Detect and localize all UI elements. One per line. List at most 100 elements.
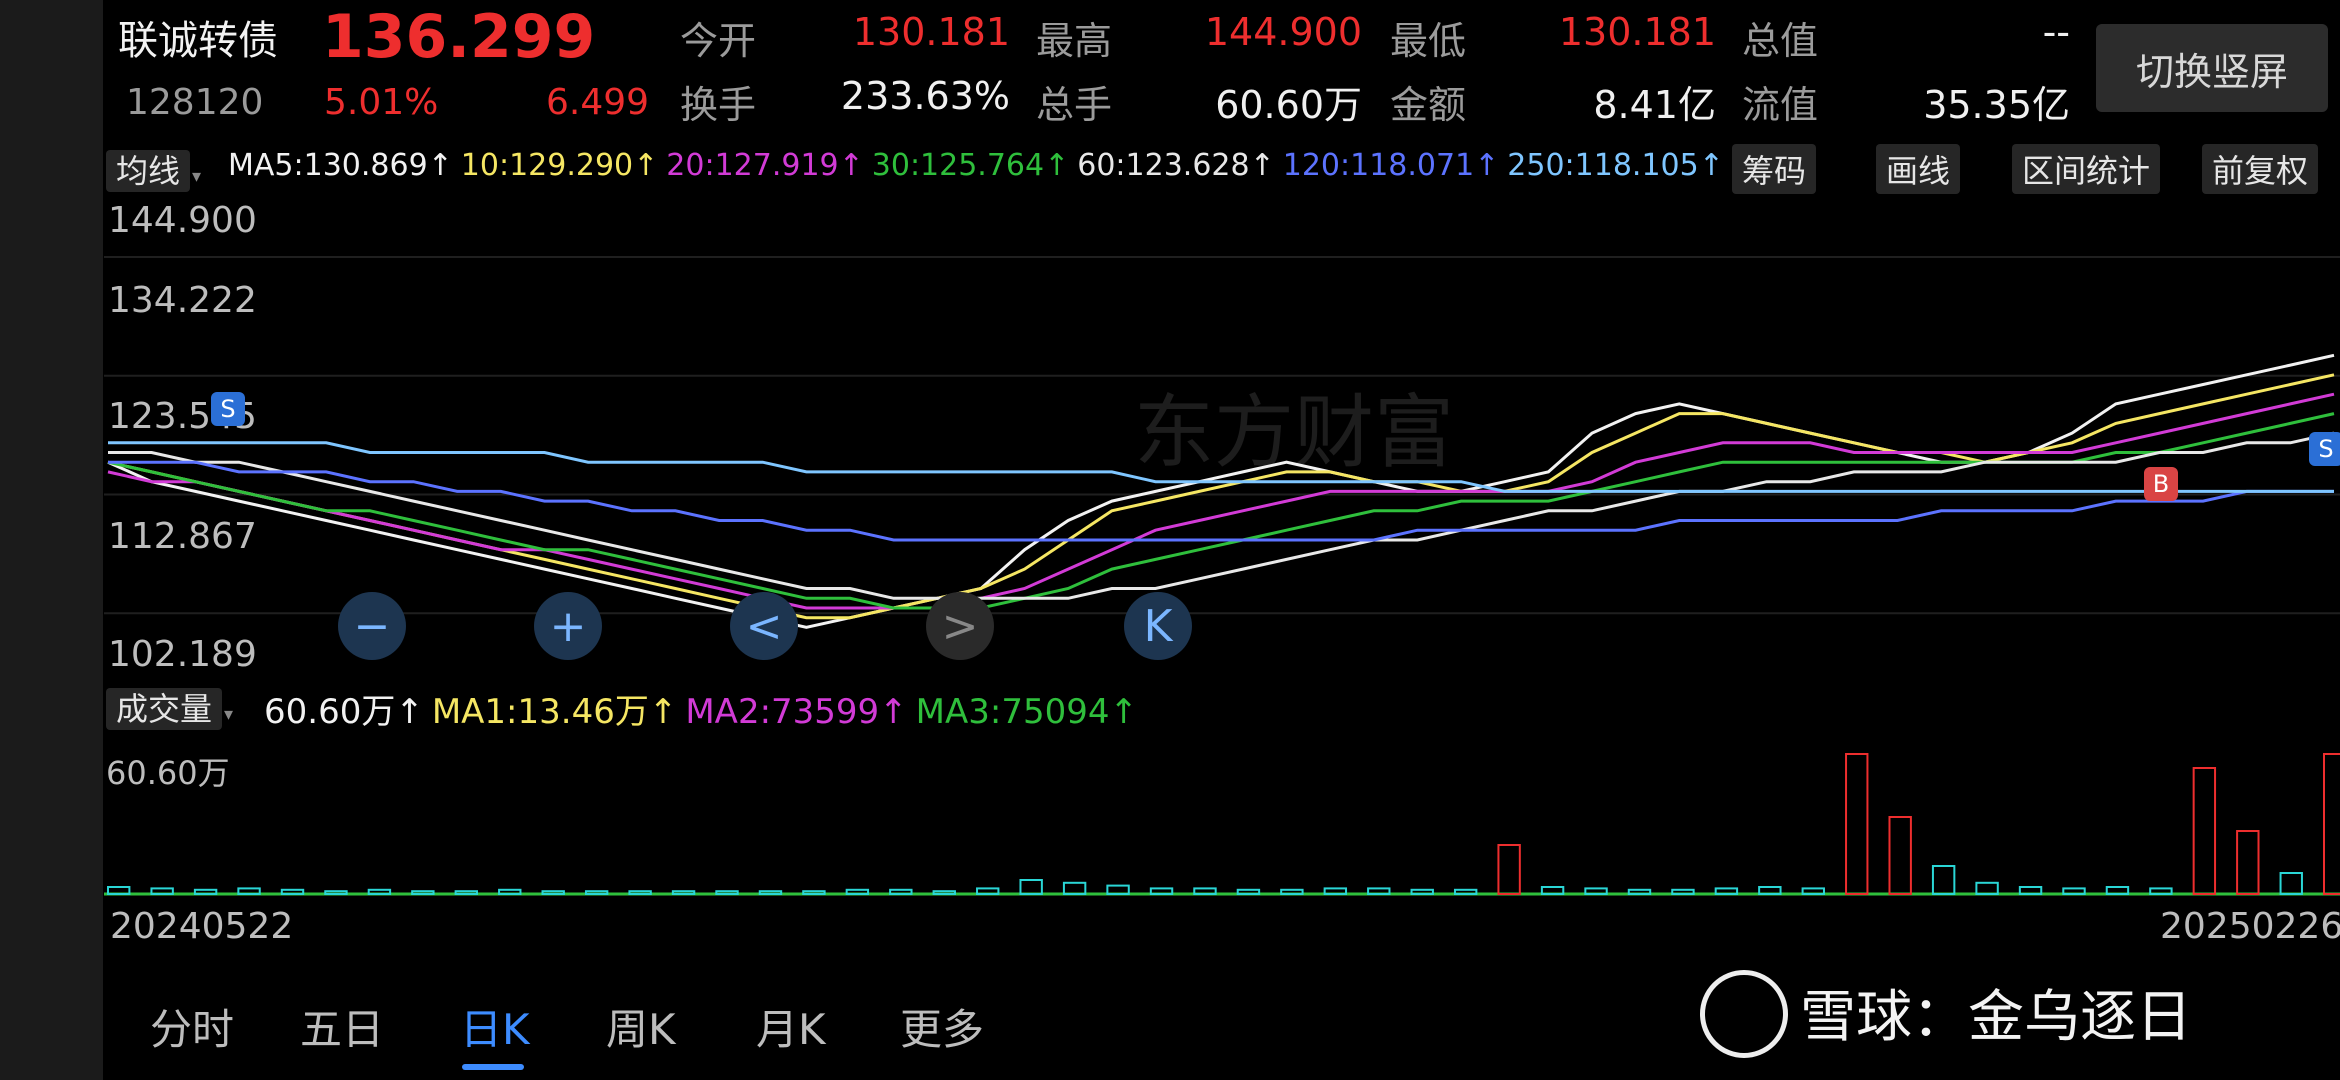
bond-code: 128120 (126, 82, 264, 123)
legend-item-2: MA2:73599↑ (685, 692, 908, 732)
volume-bar-28 (1323, 887, 1348, 895)
ma-selector-label: 均线 (106, 150, 191, 192)
dropdown-icon: ▾ (192, 166, 202, 187)
volume-bar-24 (1149, 887, 1174, 895)
active-tab-indicator (462, 1064, 524, 1070)
change-percent: 5.01% (324, 82, 439, 123)
zoom-in-button[interactable]: + (534, 592, 602, 660)
volume-bar-34 (1584, 887, 1608, 895)
volume-bar-47 (2149, 887, 2173, 895)
bond-name: 联诚转债 (118, 18, 278, 64)
buy-marker[interactable]: B (2144, 467, 2178, 501)
volume-bar-49 (2236, 830, 2260, 895)
stat-label-5: 总手 (1036, 83, 1113, 127)
stat-value-6: 8.41亿 (1593, 83, 1716, 127)
stat-value-3: -- (2042, 10, 2070, 54)
stat-value-5: 60.60万 (1215, 83, 1362, 127)
price-axis-label-1: 134.222 (108, 280, 257, 321)
chips-button[interactable]: 筹码 (1732, 144, 1817, 194)
volume-bar-9 (498, 888, 522, 896)
volume-bar-42 (1931, 865, 1956, 895)
volume-bars (104, 753, 2340, 896)
volume-bar-29 (1367, 887, 1391, 895)
start-date: 20240522 (110, 906, 294, 947)
k-line-toggle-button[interactable]: K (1124, 592, 1192, 660)
ma-legend: MA5:130.869↑ 10:129.290↑ 20:127.919↑ 30:125… (228, 148, 1732, 183)
legend-item-3: 30:125.764↑ (871, 148, 1070, 183)
price-axis-label-4: 102.189 (108, 634, 257, 675)
price-chart[interactable]: 东方财富 (104, 200, 2340, 675)
tab-more[interactable]: 更多 (900, 996, 984, 1057)
legend-item-3: MA3:75094↑ (915, 692, 1138, 732)
volume-bar-35 (1627, 888, 1652, 896)
ma-selector[interactable]: 均线 ▾ (106, 146, 201, 192)
volume-bar-4 (280, 888, 305, 896)
volume-bar-6 (367, 888, 392, 896)
change-amount: 6.499 (546, 82, 650, 123)
legend-item-0: 60.60万↑ (264, 692, 424, 732)
volume-bar-25 (1193, 887, 1217, 895)
stat-value-1: 144.900 (1204, 10, 1362, 54)
volume-bar-1 (150, 887, 174, 895)
volume-bar-21 (1019, 879, 1043, 895)
volume-bar-22 (1062, 881, 1087, 896)
end-date: 20250226 (2160, 906, 2340, 947)
sell-marker-right[interactable]: S (2309, 432, 2340, 466)
stat-value-4: 233.63% (840, 74, 1010, 118)
volume-bar-26 (1236, 888, 1261, 896)
legend-item-1: MA1:13.46万↑ (431, 692, 678, 732)
volume-bar-48 (2192, 767, 2217, 895)
volume-bar-45 (2062, 887, 2086, 895)
xueqiu-logo-icon (1700, 970, 1788, 1058)
stat-label-0: 今开 (680, 19, 757, 63)
stat-value-7: 35.35亿 (1923, 83, 2070, 127)
volume-bar-37 (1714, 887, 1739, 895)
stat-label-7: 流值 (1742, 83, 1819, 127)
scroll-right-button[interactable]: > (926, 592, 994, 660)
volume-bar-40 (1845, 753, 1869, 895)
volume-bar-51 (2323, 753, 2340, 895)
legend-item-0: MA5:130.869↑ (228, 148, 453, 183)
draw-line-button[interactable]: 画线 (1876, 144, 1961, 194)
stat-label-2: 最低 (1390, 19, 1467, 63)
volume-bar-36 (1671, 888, 1695, 896)
sell-marker[interactable]: S (211, 392, 245, 426)
zoom-out-button[interactable]: − (338, 592, 406, 660)
stat-label-4: 换手 (680, 83, 757, 127)
stat-label-1: 最高 (1036, 19, 1113, 63)
volume-chart[interactable] (104, 740, 2340, 898)
dropdown-icon: ▾ (224, 704, 234, 725)
legend-item-2: 20:127.919↑ (666, 148, 864, 183)
legend-item-4: 60:123.628↑ (1077, 148, 1275, 183)
volume-selector-label: 成交量 (106, 688, 223, 730)
price-axis-label-3: 112.867 (108, 516, 257, 557)
tab-five-day[interactable]: 五日 (300, 996, 384, 1057)
volume-bar-41 (1888, 816, 1912, 895)
volume-bar-17 (845, 888, 870, 896)
volume-bar-3 (237, 887, 261, 895)
tab-weekly-k[interactable]: 周K (606, 996, 676, 1057)
tab-monthly-k[interactable]: 月K (756, 996, 826, 1057)
price-axis-label-0: 144.900 (108, 200, 257, 241)
xueqiu-watermark: 雪球：金乌逐日 (1800, 985, 2192, 1050)
volume-bar-30 (1410, 888, 1434, 896)
stat-value-0: 130.181 (852, 10, 1010, 54)
volume-bar-20 (976, 887, 1000, 895)
range-stats-button[interactable]: 区间统计 (2012, 144, 2161, 194)
tab-intraday[interactable]: 分时 (150, 996, 234, 1057)
volume-bar-27 (1280, 888, 1304, 896)
volume-bar-2 (193, 888, 218, 896)
stat-label-6: 金额 (1390, 83, 1467, 127)
legend-item-1: 10:129.290↑ (460, 148, 659, 183)
volume-selector[interactable]: 成交量 ▾ (106, 684, 233, 730)
volume-bar-31 (1453, 888, 1478, 896)
stat-label-3: 总值 (1742, 19, 1819, 63)
switch-portrait-button[interactable]: 切换竖屏 (2096, 24, 2328, 112)
tab-daily-k[interactable]: 日K (460, 996, 530, 1057)
scroll-left-button[interactable]: < (730, 592, 798, 660)
left-edge-panel (0, 0, 103, 1080)
volume-bar-18 (889, 888, 913, 896)
volume-legend: 60.60万↑ MA1:13.46万↑ MA2:73599↑ MA3:75094↑ (264, 684, 1146, 733)
forward-adjust-button[interactable]: 前复权 (2202, 144, 2319, 194)
volume-bar-43 (1975, 881, 1999, 896)
